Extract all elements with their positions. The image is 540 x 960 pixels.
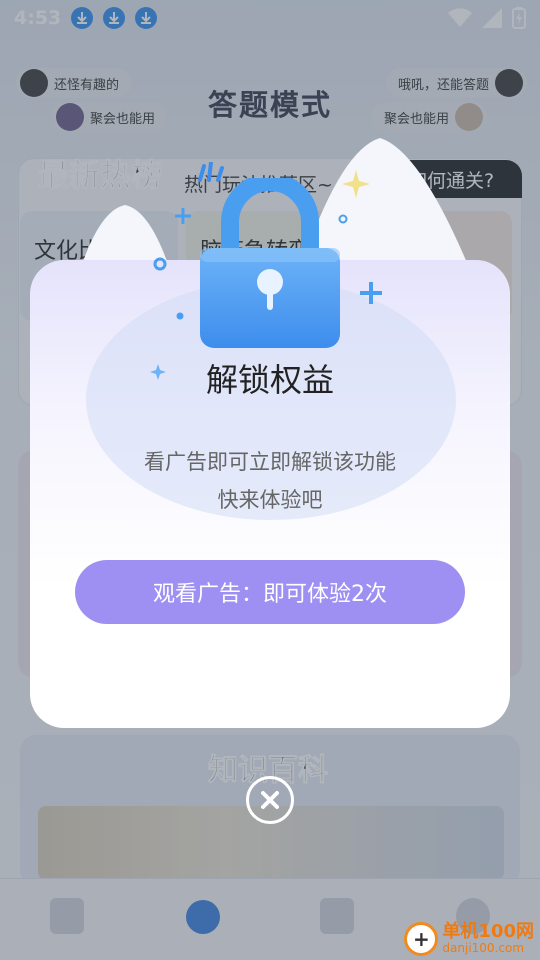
watermark-logo: + <box>404 922 439 956</box>
dialog-message: 看广告即可立即解锁该功能 <box>144 450 396 474</box>
close-button[interactable] <box>246 776 294 824</box>
sparkle-icon <box>360 282 382 304</box>
star-decoration <box>342 170 370 198</box>
sparkle-icon <box>150 364 166 380</box>
watch-ad-button[interactable]: 观看广告：即可体验2次 <box>75 560 465 624</box>
dot-decoration <box>176 312 184 320</box>
ring-decoration <box>338 214 348 224</box>
watermark-name: 单机100网 <box>442 921 534 943</box>
lock-icon <box>200 178 340 348</box>
watermark: + 单机100网 danji100.com <box>404 922 534 956</box>
burst-decoration <box>198 162 224 182</box>
ring-decoration <box>153 257 167 271</box>
sparkle-icon <box>175 208 191 224</box>
dialog-message-sub: 快来体验吧 <box>217 488 323 512</box>
watermark-url: danji100.com <box>442 941 525 956</box>
dialog-title: 解锁权益 <box>205 361 334 399</box>
close-icon <box>261 791 279 809</box>
